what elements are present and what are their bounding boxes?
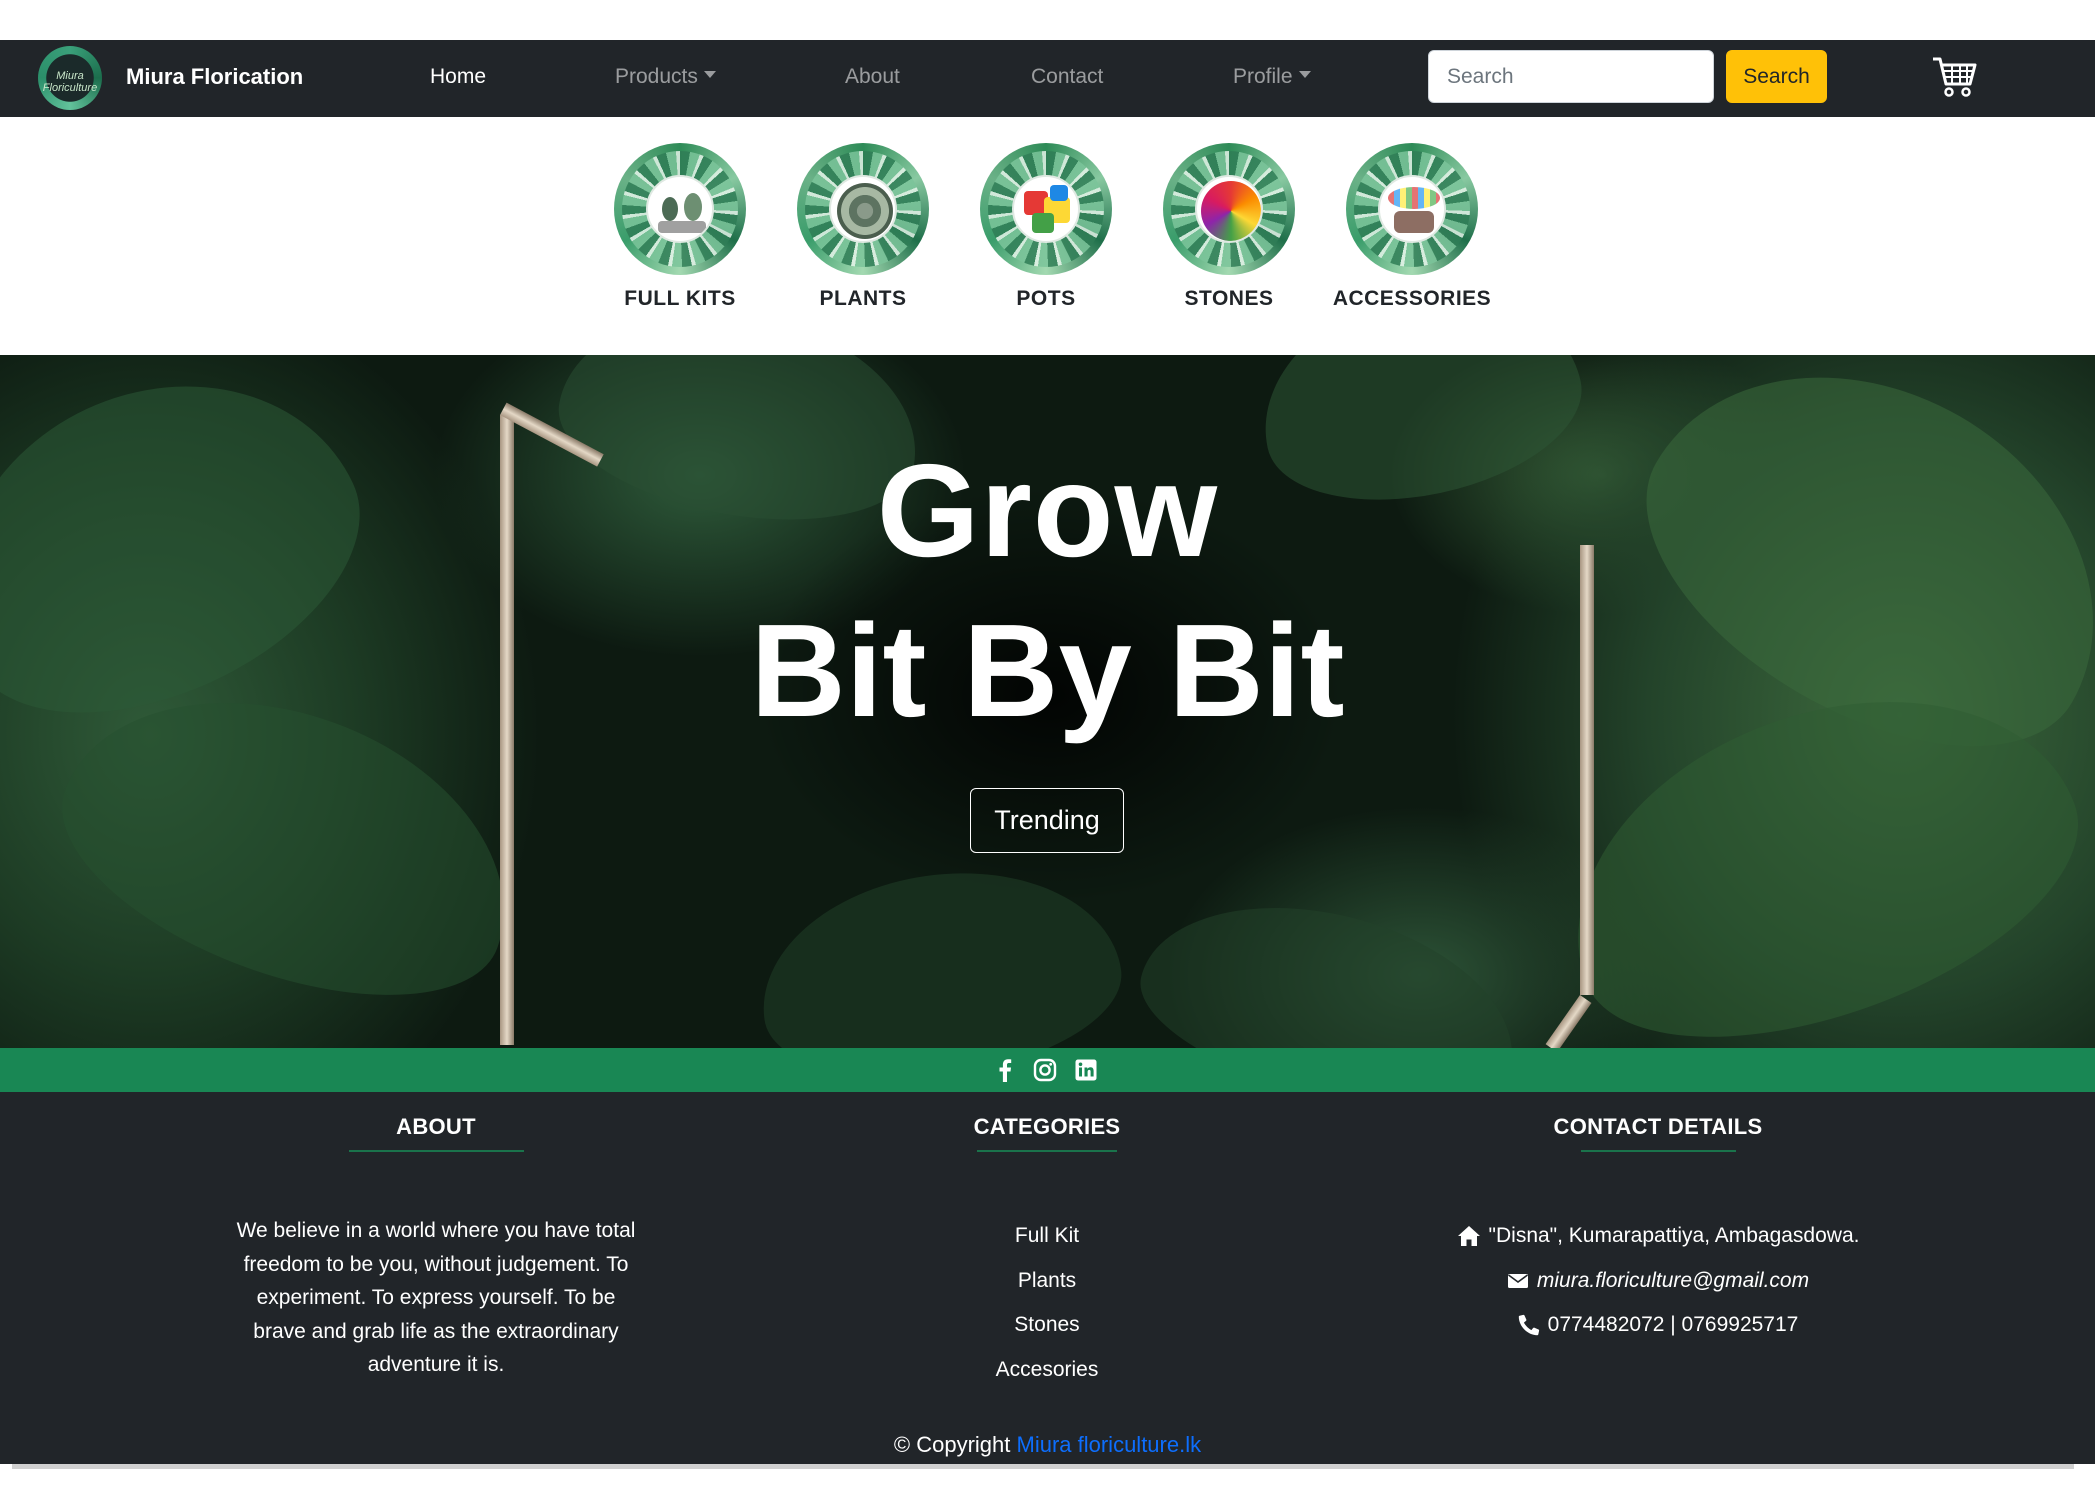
phone-icon — [1518, 1315, 1539, 1336]
about-line: adventure it is. — [367, 1353, 505, 1376]
search-input[interactable] — [1428, 50, 1714, 103]
envelope-icon — [1507, 1273, 1528, 1288]
hero-title-line2: Bit By Bit — [750, 597, 1345, 744]
heading-underline — [977, 1150, 1117, 1152]
category-accessories[interactable]: ACCESSORIES — [1332, 143, 1492, 311]
frame-decoration — [1545, 995, 1592, 1048]
caret-down-icon — [1298, 70, 1311, 78]
brand-logo[interactable]: Miura Floriculture — [38, 46, 102, 110]
footer-link-full-kit[interactable]: Full Kit — [847, 1214, 1247, 1259]
footer-contact: CONTACT DETAILS "Disna", Kumarapattiya, … — [1358, 1114, 1958, 1348]
stones-wreath-icon — [1163, 143, 1295, 275]
linkedin-icon[interactable] — [1073, 1057, 1099, 1083]
footer-contact-heading: CONTACT DETAILS — [1553, 1114, 1763, 1139]
contact-email: miura.floriculture@gmail.com — [1358, 1259, 1958, 1304]
about-line: experiment. To express yourself. To be — [256, 1286, 616, 1309]
category-label: ACCESSORIES — [1332, 287, 1492, 310]
heading-underline — [1580, 1150, 1736, 1152]
brand-name[interactable]: Miura Florication — [126, 64, 303, 90]
nav-contact[interactable]: Contact — [1031, 65, 1103, 89]
leaf-decoration — [747, 850, 1133, 1048]
contact-phone: 0774482072 | 0769925717 — [1358, 1303, 1958, 1348]
nav-profile-label: Profile — [1233, 65, 1293, 88]
logo-text: Miura Floriculture — [42, 70, 98, 94]
plants-wreath-icon — [797, 143, 929, 275]
contact-phone-text: 0774482072 | 0769925717 — [1547, 1313, 1799, 1336]
category-label: STONES — [1184, 287, 1274, 310]
caret-down-icon — [703, 70, 716, 78]
footer-link-accesories[interactable]: Accesories — [847, 1348, 1247, 1393]
nav-home[interactable]: Home — [430, 65, 486, 89]
about-line: brave and grab life as the extraordinary — [253, 1319, 619, 1343]
heading-underline — [348, 1150, 524, 1152]
leaf-decoration — [1123, 871, 1537, 1048]
trending-button[interactable]: Trending — [970, 788, 1124, 853]
navbar: Miura Floriculture Miura Florication Hom… — [0, 40, 2095, 117]
full-kits-wreath-icon — [614, 143, 746, 275]
hero-title-line1: Grow — [876, 437, 1219, 584]
footer-link-plants[interactable]: Plants — [847, 1259, 1247, 1304]
accessories-wreath-icon — [1346, 143, 1478, 275]
nav-products-dropdown[interactable]: Products — [615, 65, 716, 89]
category-full-kits[interactable]: FULL KITS — [600, 143, 760, 311]
footer-categories-heading: CATEGORIES — [973, 1114, 1121, 1139]
instagram-icon[interactable] — [1032, 1057, 1058, 1083]
copyright-text: © Copyright — [893, 1432, 1011, 1457]
nav-about[interactable]: About — [845, 65, 900, 89]
category-label: PLANTS — [819, 287, 907, 310]
facebook-icon[interactable] — [992, 1057, 1018, 1083]
hero-banner: Grow Bit By Bit Trending — [0, 355, 2095, 1048]
footer-about: ABOUT We believe in a world where you ha… — [186, 1114, 686, 1382]
copyright: © Copyright Miura floriculture.lk — [0, 1432, 2095, 1458]
footer: ABOUT We believe in a world where you ha… — [0, 1092, 2095, 1464]
footer-link-stones[interactable]: Stones — [847, 1303, 1247, 1348]
about-line: freedom to be you, without judgement. To — [243, 1252, 629, 1276]
nav-products-label: Products — [615, 65, 698, 88]
about-line: We believe in a world where you have tot… — [236, 1219, 636, 1242]
home-icon — [1457, 1226, 1480, 1247]
contact-address-text: "Disna", Kumarapattiya, Ambagasdowa. — [1488, 1224, 1860, 1247]
category-plants[interactable]: PLANTS — [783, 143, 943, 311]
contact-lines: "Disna", Kumarapattiya, Ambagasdowa. miu… — [1358, 1214, 1958, 1348]
category-pots[interactable]: POTS — [966, 143, 1126, 311]
page-bottom-scrollbar[interactable] — [12, 1464, 2074, 1469]
search-button[interactable]: Search — [1726, 50, 1827, 103]
category-strip: FULL KITS PLANTS POTS STONES ACCESSORIES — [0, 117, 2095, 355]
footer-categories: CATEGORIES Full Kit Plants Stones Acceso… — [847, 1114, 1247, 1392]
social-bar — [0, 1048, 2095, 1092]
pots-wreath-icon — [980, 143, 1112, 275]
footer-about-text: We believe in a world where you have tot… — [186, 1214, 686, 1382]
category-stones[interactable]: STONES — [1149, 143, 1309, 311]
contact-address: "Disna", Kumarapattiya, Ambagasdowa. — [1358, 1214, 1958, 1259]
copyright-link[interactable]: Miura floriculture.lk — [1017, 1432, 1202, 1457]
contact-email-text[interactable]: miura.floriculture@gmail.com — [1537, 1259, 1809, 1304]
footer-category-links: Full Kit Plants Stones Accesories — [847, 1214, 1247, 1392]
nav-profile-dropdown[interactable]: Profile — [1233, 65, 1311, 89]
shopping-cart-icon[interactable] — [1930, 52, 1978, 100]
category-label: FULL KITS — [624, 287, 736, 310]
footer-about-heading: ABOUT — [396, 1114, 476, 1139]
category-label: POTS — [1016, 287, 1076, 310]
